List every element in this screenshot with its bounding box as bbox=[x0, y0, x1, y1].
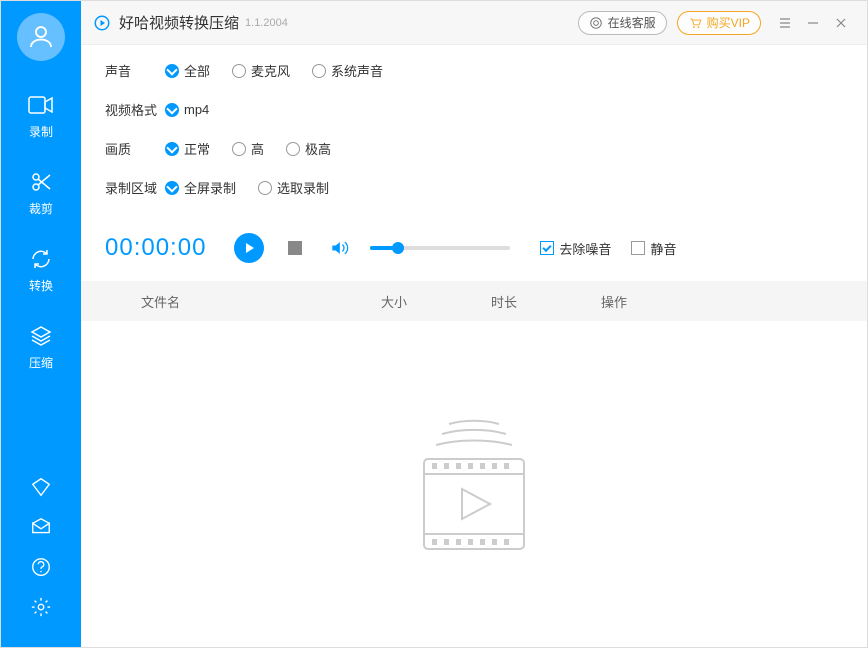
cart-icon bbox=[688, 16, 702, 30]
th-duration: 时长 bbox=[491, 292, 601, 311]
sidebar: 录制 裁剪 转换 压缩 bbox=[1, 1, 81, 647]
th-size: 大小 bbox=[381, 292, 491, 311]
checkbox-mute[interactable]: 静音 bbox=[631, 239, 676, 258]
support-label: 在线客服 bbox=[608, 14, 656, 31]
volume-button[interactable] bbox=[326, 235, 352, 261]
radio-area-select[interactable]: 选取录制 bbox=[258, 178, 329, 197]
user-icon bbox=[26, 22, 56, 52]
radio-quality-high[interactable]: 高 bbox=[232, 139, 264, 158]
volume-icon bbox=[329, 238, 349, 258]
stop-button[interactable] bbox=[282, 235, 308, 261]
diamond-icon[interactable] bbox=[29, 475, 53, 499]
vip-label: 购买VIP bbox=[707, 14, 750, 31]
th-filename: 文件名 bbox=[81, 292, 381, 311]
crop-icon bbox=[27, 168, 55, 196]
radio-sound-system[interactable]: 系统声音 bbox=[312, 61, 383, 80]
sidebar-bottom bbox=[29, 467, 53, 647]
empty-state bbox=[81, 321, 867, 647]
radio-sound-all[interactable]: 全部 bbox=[165, 61, 210, 80]
checkbox-denoise[interactable]: 去除噪音 bbox=[540, 239, 611, 258]
titlebar: 好哈视频转换压缩 1.1.2004 在线客服 购买VIP bbox=[81, 1, 867, 45]
row-sound: 声音 全部 麦克风 系统声音 bbox=[105, 61, 843, 80]
close-button[interactable] bbox=[827, 9, 855, 37]
radio-quality-ultra[interactable]: 极高 bbox=[286, 139, 331, 158]
sidebar-item-label: 裁剪 bbox=[29, 200, 53, 217]
avatar[interactable] bbox=[17, 13, 65, 61]
sidebar-item-label: 录制 bbox=[29, 123, 53, 140]
th-action: 操作 bbox=[601, 292, 867, 311]
volume-slider[interactable] bbox=[370, 246, 510, 250]
sidebar-item-convert[interactable]: 转换 bbox=[27, 245, 55, 294]
stop-icon bbox=[288, 241, 302, 255]
compress-icon bbox=[27, 322, 55, 350]
sidebar-item-crop[interactable]: 裁剪 bbox=[27, 168, 55, 217]
row-quality: 画质 正常 高 极高 bbox=[105, 139, 843, 158]
row-area: 录制区域 全屏录制 选取录制 bbox=[105, 178, 843, 197]
main: 好哈视频转换压缩 1.1.2004 在线客服 购买VIP 声音 全部 麦克风 系… bbox=[81, 1, 867, 647]
sidebar-item-record[interactable]: 录制 bbox=[27, 91, 55, 140]
feedback-icon[interactable] bbox=[29, 515, 53, 539]
app-logo-icon bbox=[93, 14, 111, 32]
record-icon bbox=[27, 91, 55, 119]
label-sound: 声音 bbox=[105, 61, 165, 80]
label-area: 录制区域 bbox=[105, 178, 165, 197]
support-button[interactable]: 在线客服 bbox=[578, 11, 667, 35]
app-version: 1.1.2004 bbox=[245, 17, 288, 29]
sidebar-item-label: 压缩 bbox=[29, 354, 53, 371]
play-button[interactable] bbox=[234, 233, 264, 263]
app-title: 好哈视频转换压缩 bbox=[119, 12, 239, 33]
vip-button[interactable]: 购买VIP bbox=[677, 11, 761, 35]
help-icon[interactable] bbox=[29, 555, 53, 579]
menu-button[interactable] bbox=[771, 9, 799, 37]
radio-quality-normal[interactable]: 正常 bbox=[165, 139, 210, 158]
row-format: 视频格式 mp4 bbox=[105, 100, 843, 119]
controls-bar: 00:00:00 去除噪音 静音 bbox=[81, 227, 867, 281]
sidebar-item-label: 转换 bbox=[29, 277, 53, 294]
label-format: 视频格式 bbox=[105, 100, 165, 119]
app-root: 录制 裁剪 转换 压缩 好哈视频转换压缩 1.1.2004 bbox=[1, 1, 867, 647]
radio-format-mp4[interactable]: mp4 bbox=[165, 102, 209, 117]
label-quality: 画质 bbox=[105, 139, 165, 158]
timer-display: 00:00:00 bbox=[105, 234, 206, 262]
table-header: 文件名 大小 时长 操作 bbox=[81, 281, 867, 321]
radio-area-fullscreen[interactable]: 全屏录制 bbox=[165, 178, 236, 197]
minimize-button[interactable] bbox=[799, 9, 827, 37]
empty-illustration-icon bbox=[404, 409, 544, 559]
headset-icon bbox=[589, 16, 603, 30]
settings-icon[interactable] bbox=[29, 595, 53, 619]
options-panel: 声音 全部 麦克风 系统声音 视频格式 mp4 画质 正常 高 极高 录制区域 … bbox=[81, 45, 867, 227]
radio-sound-mic[interactable]: 麦克风 bbox=[232, 61, 290, 80]
convert-icon bbox=[27, 245, 55, 273]
sidebar-item-compress[interactable]: 压缩 bbox=[27, 322, 55, 371]
